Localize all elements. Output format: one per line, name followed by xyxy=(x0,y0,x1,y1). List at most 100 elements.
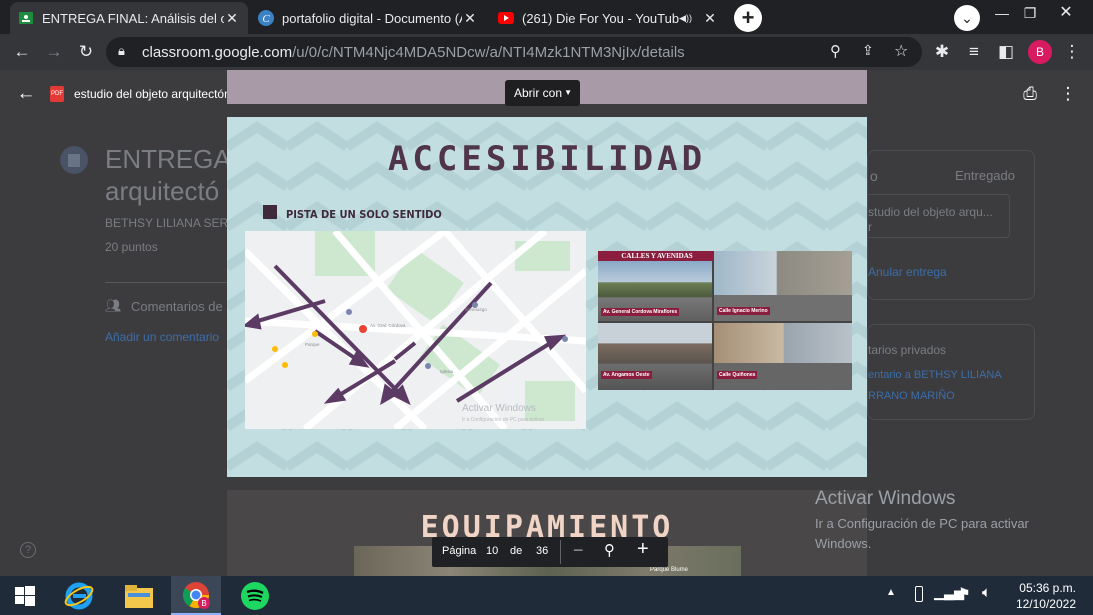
street-photos-collage: CALLES Y AVENIDAS Av. General Cordova Mi… xyxy=(598,251,852,390)
zoom-out-icon[interactable]: − xyxy=(573,540,584,561)
folder-icon xyxy=(125,584,153,608)
svg-text:Serenazgo: Serenazgo xyxy=(465,307,487,312)
photo-caption-3: Av. Angamos Oeste xyxy=(601,371,652,379)
tab-search-icon[interactable]: ⌄ xyxy=(954,5,980,31)
lock-icon: 🔒︎ xyxy=(118,43,125,58)
action-center-flag-icon[interactable]: ⚑ xyxy=(958,585,971,602)
assignment-icon xyxy=(60,146,88,174)
spotify-button[interactable] xyxy=(230,576,280,615)
share-icon[interactable]: ⇪ xyxy=(862,42,874,59)
windows-taskbar: B ▲ ▁▃▅ ⚑ 🔈︎ xyxy=(0,576,1093,615)
unsubmit-button[interactable]: Anular entrega xyxy=(868,265,947,279)
audio-playing-icon[interactable]: ◀)) xyxy=(679,13,692,24)
clock-time: 05:36 p.m. xyxy=(1019,581,1076,595)
private-comment-link[interactable]: entario a BETHSY LILIANA xyxy=(868,369,1002,381)
browser-toolbar: ← → ↻ 🔒︎ classroom.google.com/u/0/c/NTM4… xyxy=(0,34,1093,70)
tab-canva[interactable]: C portafolio digital - Documento (A ✕ xyxy=(250,2,486,34)
activation-watermark-text: Ir a Configuración de PC para activar Wi… xyxy=(815,516,1029,551)
tab-youtube[interactable]: (261) Die For You - YouTube ◀)) ✕ xyxy=(490,2,726,34)
slide-title: ACCESIBILIDAD xyxy=(387,139,707,179)
close-tab-icon[interactable]: ✕ xyxy=(462,10,478,27)
photo-caption-1: Av. General Cordova Miraflores xyxy=(601,308,680,316)
street-photo-4: Calle Quiñones xyxy=(714,323,852,390)
volume-icon[interactable]: 🔈︎ xyxy=(982,584,991,601)
media-control-icon[interactable]: ≡ xyxy=(962,40,986,64)
class-comments-icon: 👥︎ xyxy=(105,298,122,313)
class-comments-label: Comentarios de xyxy=(131,299,223,314)
total-pages: 36 xyxy=(536,545,549,557)
youtube-icon xyxy=(498,10,514,26)
windows-logo-icon xyxy=(15,585,35,606)
minimize-icon[interactable]: — xyxy=(990,0,1014,30)
tab-classroom[interactable]: ENTREGA FINAL: Análisis del obje ✕ xyxy=(10,2,248,34)
map-graphic: Av. Gral. Córdova Serenazgo Iglesia Parque… xyxy=(245,231,586,429)
battery-icon[interactable] xyxy=(915,586,923,602)
photo-caption-2: Calle Ignacio Merino xyxy=(717,307,770,315)
map-label: Parque Blume xyxy=(650,567,689,573)
private-comment-link-2[interactable]: RRANO MARIÑO xyxy=(868,390,955,402)
street-photo-1: Av. General Cordova Miraflores xyxy=(598,261,712,321)
url-domain: classroom.google.com xyxy=(142,44,293,61)
maximize-icon[interactable]: ❐ xyxy=(1018,0,1042,30)
chrome-icon: B xyxy=(182,581,210,609)
viewer-menu-icon[interactable]: ⋮ xyxy=(1056,82,1080,106)
profile-avatar[interactable]: B xyxy=(1028,40,1052,64)
spotify-icon xyxy=(241,581,269,610)
tab-title: portafolio digital - Documento (A xyxy=(282,10,462,26)
page-label: Página xyxy=(442,545,477,557)
private-comments-label: tarios privados xyxy=(868,343,947,357)
print-icon[interactable]: ⎙ xyxy=(1018,82,1042,106)
pdf-file-icon: PDF xyxy=(50,86,64,102)
viewer-back-icon[interactable]: ← xyxy=(14,82,38,106)
open-with-button[interactable]: Abrir con ▼ xyxy=(505,80,580,106)
assignment-title: ENTREGA xyxy=(105,144,231,174)
internet-explorer-button[interactable] xyxy=(54,576,104,615)
bookmark-star-icon[interactable]: ☆ xyxy=(894,41,908,61)
photo-caption-4: Calle Quiñones xyxy=(717,371,758,379)
svg-text:Av. Gral. Córdova: Av. Gral. Córdova xyxy=(370,323,406,328)
open-with-label: Abrir con xyxy=(514,86,563,100)
file-explorer-button[interactable] xyxy=(114,576,164,615)
side-panel-icon[interactable]: ◧ xyxy=(994,40,1018,64)
close-window-icon[interactable]: ✕ xyxy=(1046,0,1086,30)
browser-menu-icon[interactable]: ⋮ xyxy=(1060,40,1084,64)
tab-title: (261) Die For You - YouTube xyxy=(522,10,680,26)
attachment-name[interactable]: studio del objeto arqu... xyxy=(868,205,993,219)
new-tab-button[interactable]: + xyxy=(734,4,762,32)
extensions-icon[interactable]: ✱ xyxy=(930,40,954,64)
url-path: /u/0/c/NTM4Njc4MDA5NDcw/a/NTI4Mzk1NTM3Nj… xyxy=(292,44,685,61)
start-button[interactable] xyxy=(0,576,50,615)
add-comment-link[interactable]: Añadir un comentario xyxy=(105,330,219,344)
attachment-type: r xyxy=(868,220,872,234)
search-page-icon[interactable]: ⚲ xyxy=(830,42,841,60)
help-icon[interactable]: ? xyxy=(20,542,36,558)
canva-icon: C xyxy=(258,10,274,26)
street-photo-2: Calle Ignacio Merino xyxy=(714,251,852,321)
zoom-icon: ⚲ xyxy=(604,542,615,559)
forward-icon[interactable]: → xyxy=(42,40,66,64)
back-icon[interactable]: ← xyxy=(10,40,34,64)
zoom-in-icon[interactable]: + xyxy=(637,538,649,561)
assignment-title-2: arquitectó xyxy=(105,176,220,206)
dropdown-arrow-icon: ▼ xyxy=(564,88,572,97)
author-name: BETHSY LILIANA SER xyxy=(105,216,229,230)
street-map: Av. Gral. Córdova Serenazgo Iglesia Parque… xyxy=(245,231,586,429)
page-of-label: de xyxy=(510,545,523,557)
svg-text:Parque: Parque xyxy=(305,342,320,347)
close-tab-icon[interactable]: ✕ xyxy=(224,10,240,27)
internet-explorer-icon xyxy=(64,582,94,609)
activation-watermark-title: Activar Windows xyxy=(815,488,956,509)
points-label: 20 puntos xyxy=(105,240,158,254)
close-tab-icon[interactable]: ✕ xyxy=(702,10,718,27)
current-page[interactable]: 10 xyxy=(486,545,498,557)
bullet-text: PISTA DE UN SOLO SENTIDO xyxy=(286,208,442,221)
chrome-button[interactable]: B xyxy=(171,576,221,615)
status-label: Entregado xyxy=(955,168,1015,183)
page-navigator: Página 10 de 36 − ⚲ + xyxy=(432,537,668,567)
show-hidden-icons[interactable]: ▲ xyxy=(886,587,896,598)
svg-text:C: C xyxy=(262,13,270,25)
taskbar-clock[interactable]: 05:36 p.m. 12/10/2022 xyxy=(1010,580,1076,612)
classroom-icon xyxy=(18,10,34,26)
reload-icon[interactable]: ↻ xyxy=(74,40,98,64)
address-bar[interactable]: 🔒︎ classroom.google.com/u/0/c/NTM4Njc4MD… xyxy=(106,37,922,67)
